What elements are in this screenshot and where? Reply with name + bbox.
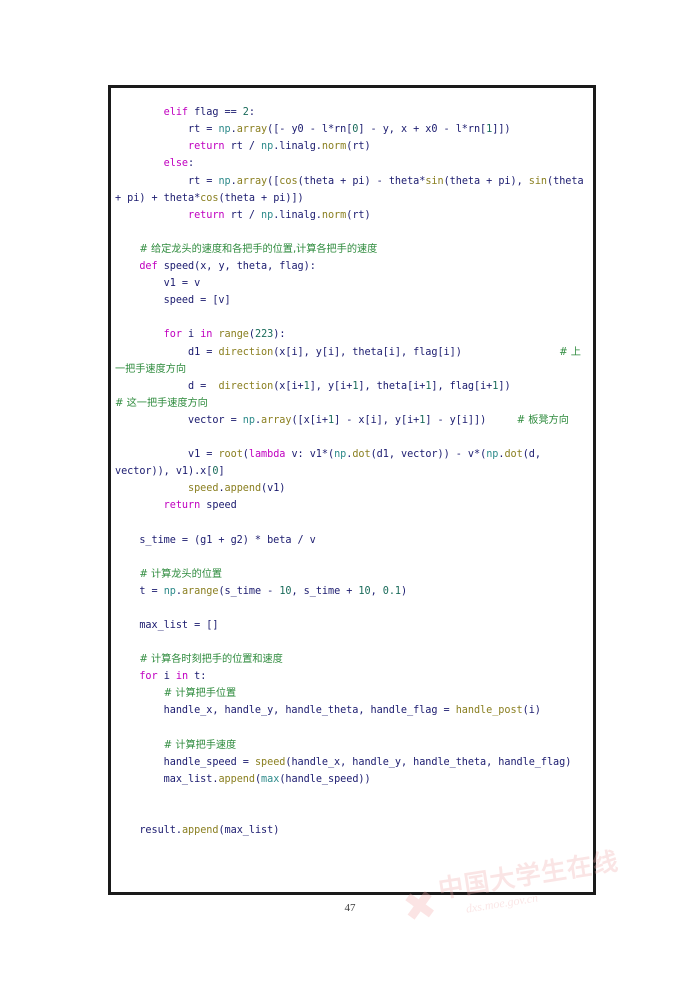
document-page: elif flag == 2: rt = np.array([- y0 - l*… — [0, 0, 700, 989]
python-code-block: elif flag == 2: rt = np.array([- y0 - l*… — [115, 107, 590, 837]
page-number: 47 — [344, 902, 356, 914]
code-listing-frame: elif flag == 2: rt = np.array([- y0 - l*… — [108, 85, 596, 895]
